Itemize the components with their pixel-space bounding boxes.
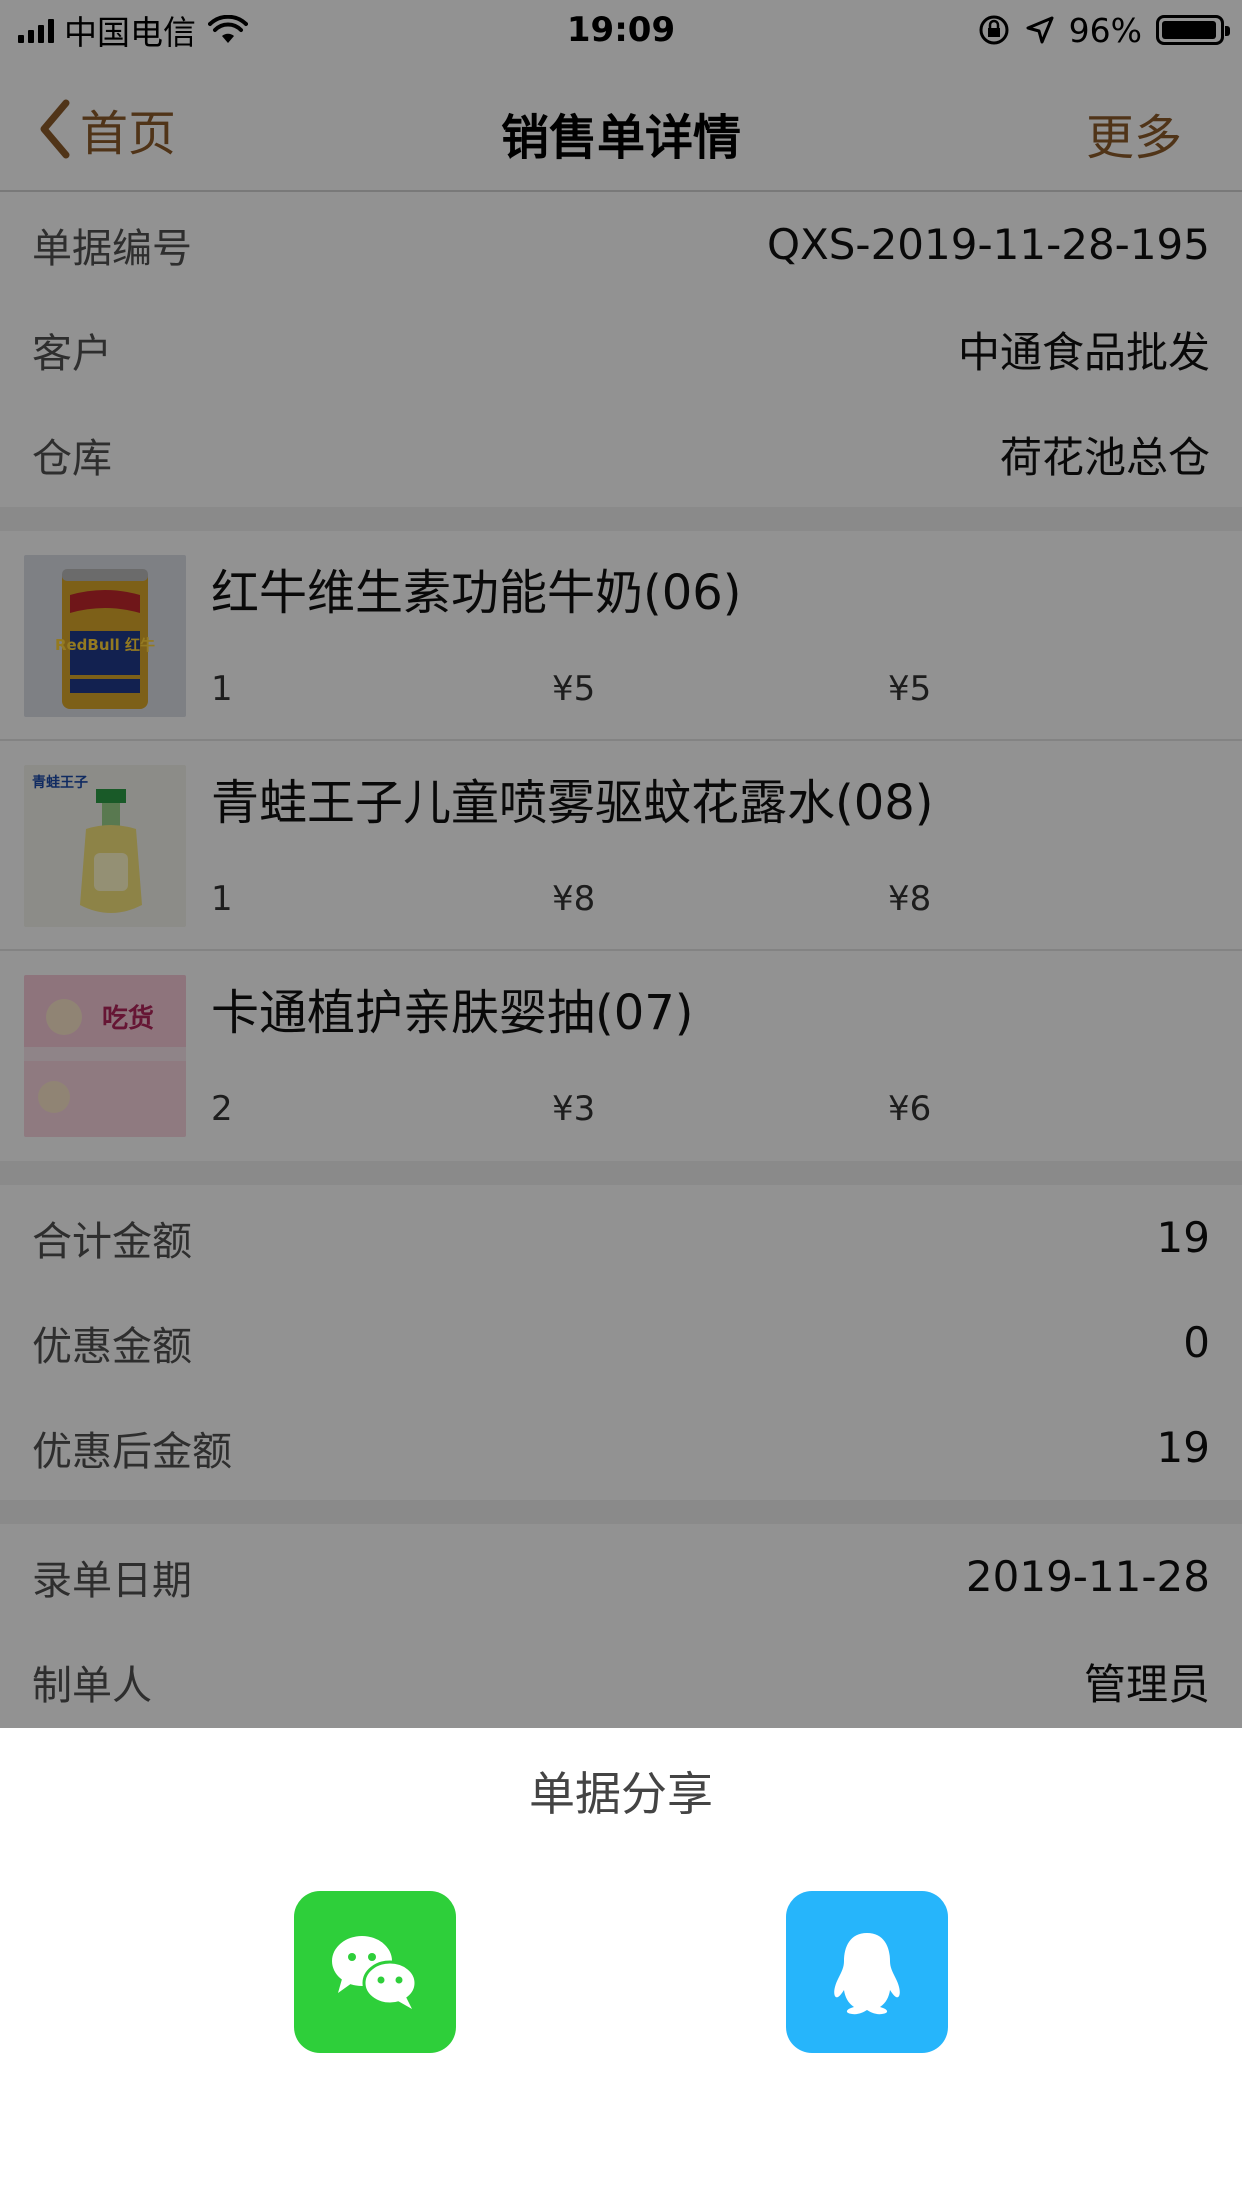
modal-backdrop[interactable]	[0, 0, 1242, 1728]
qq-icon	[834, 1933, 900, 2015]
wechat-icon	[332, 1936, 418, 2009]
app-screen: 中国电信 19:09 96% 首页 销售单详情 更多 单据编号 QXS-2019…	[0, 0, 1242, 2208]
share-sheet-title: 单据分享	[529, 1767, 713, 1821]
share-qq-button[interactable]	[786, 1891, 948, 2053]
share-sheet: 单据分享	[0, 1728, 1242, 2208]
share-wechat-button[interactable]	[294, 1891, 456, 2053]
